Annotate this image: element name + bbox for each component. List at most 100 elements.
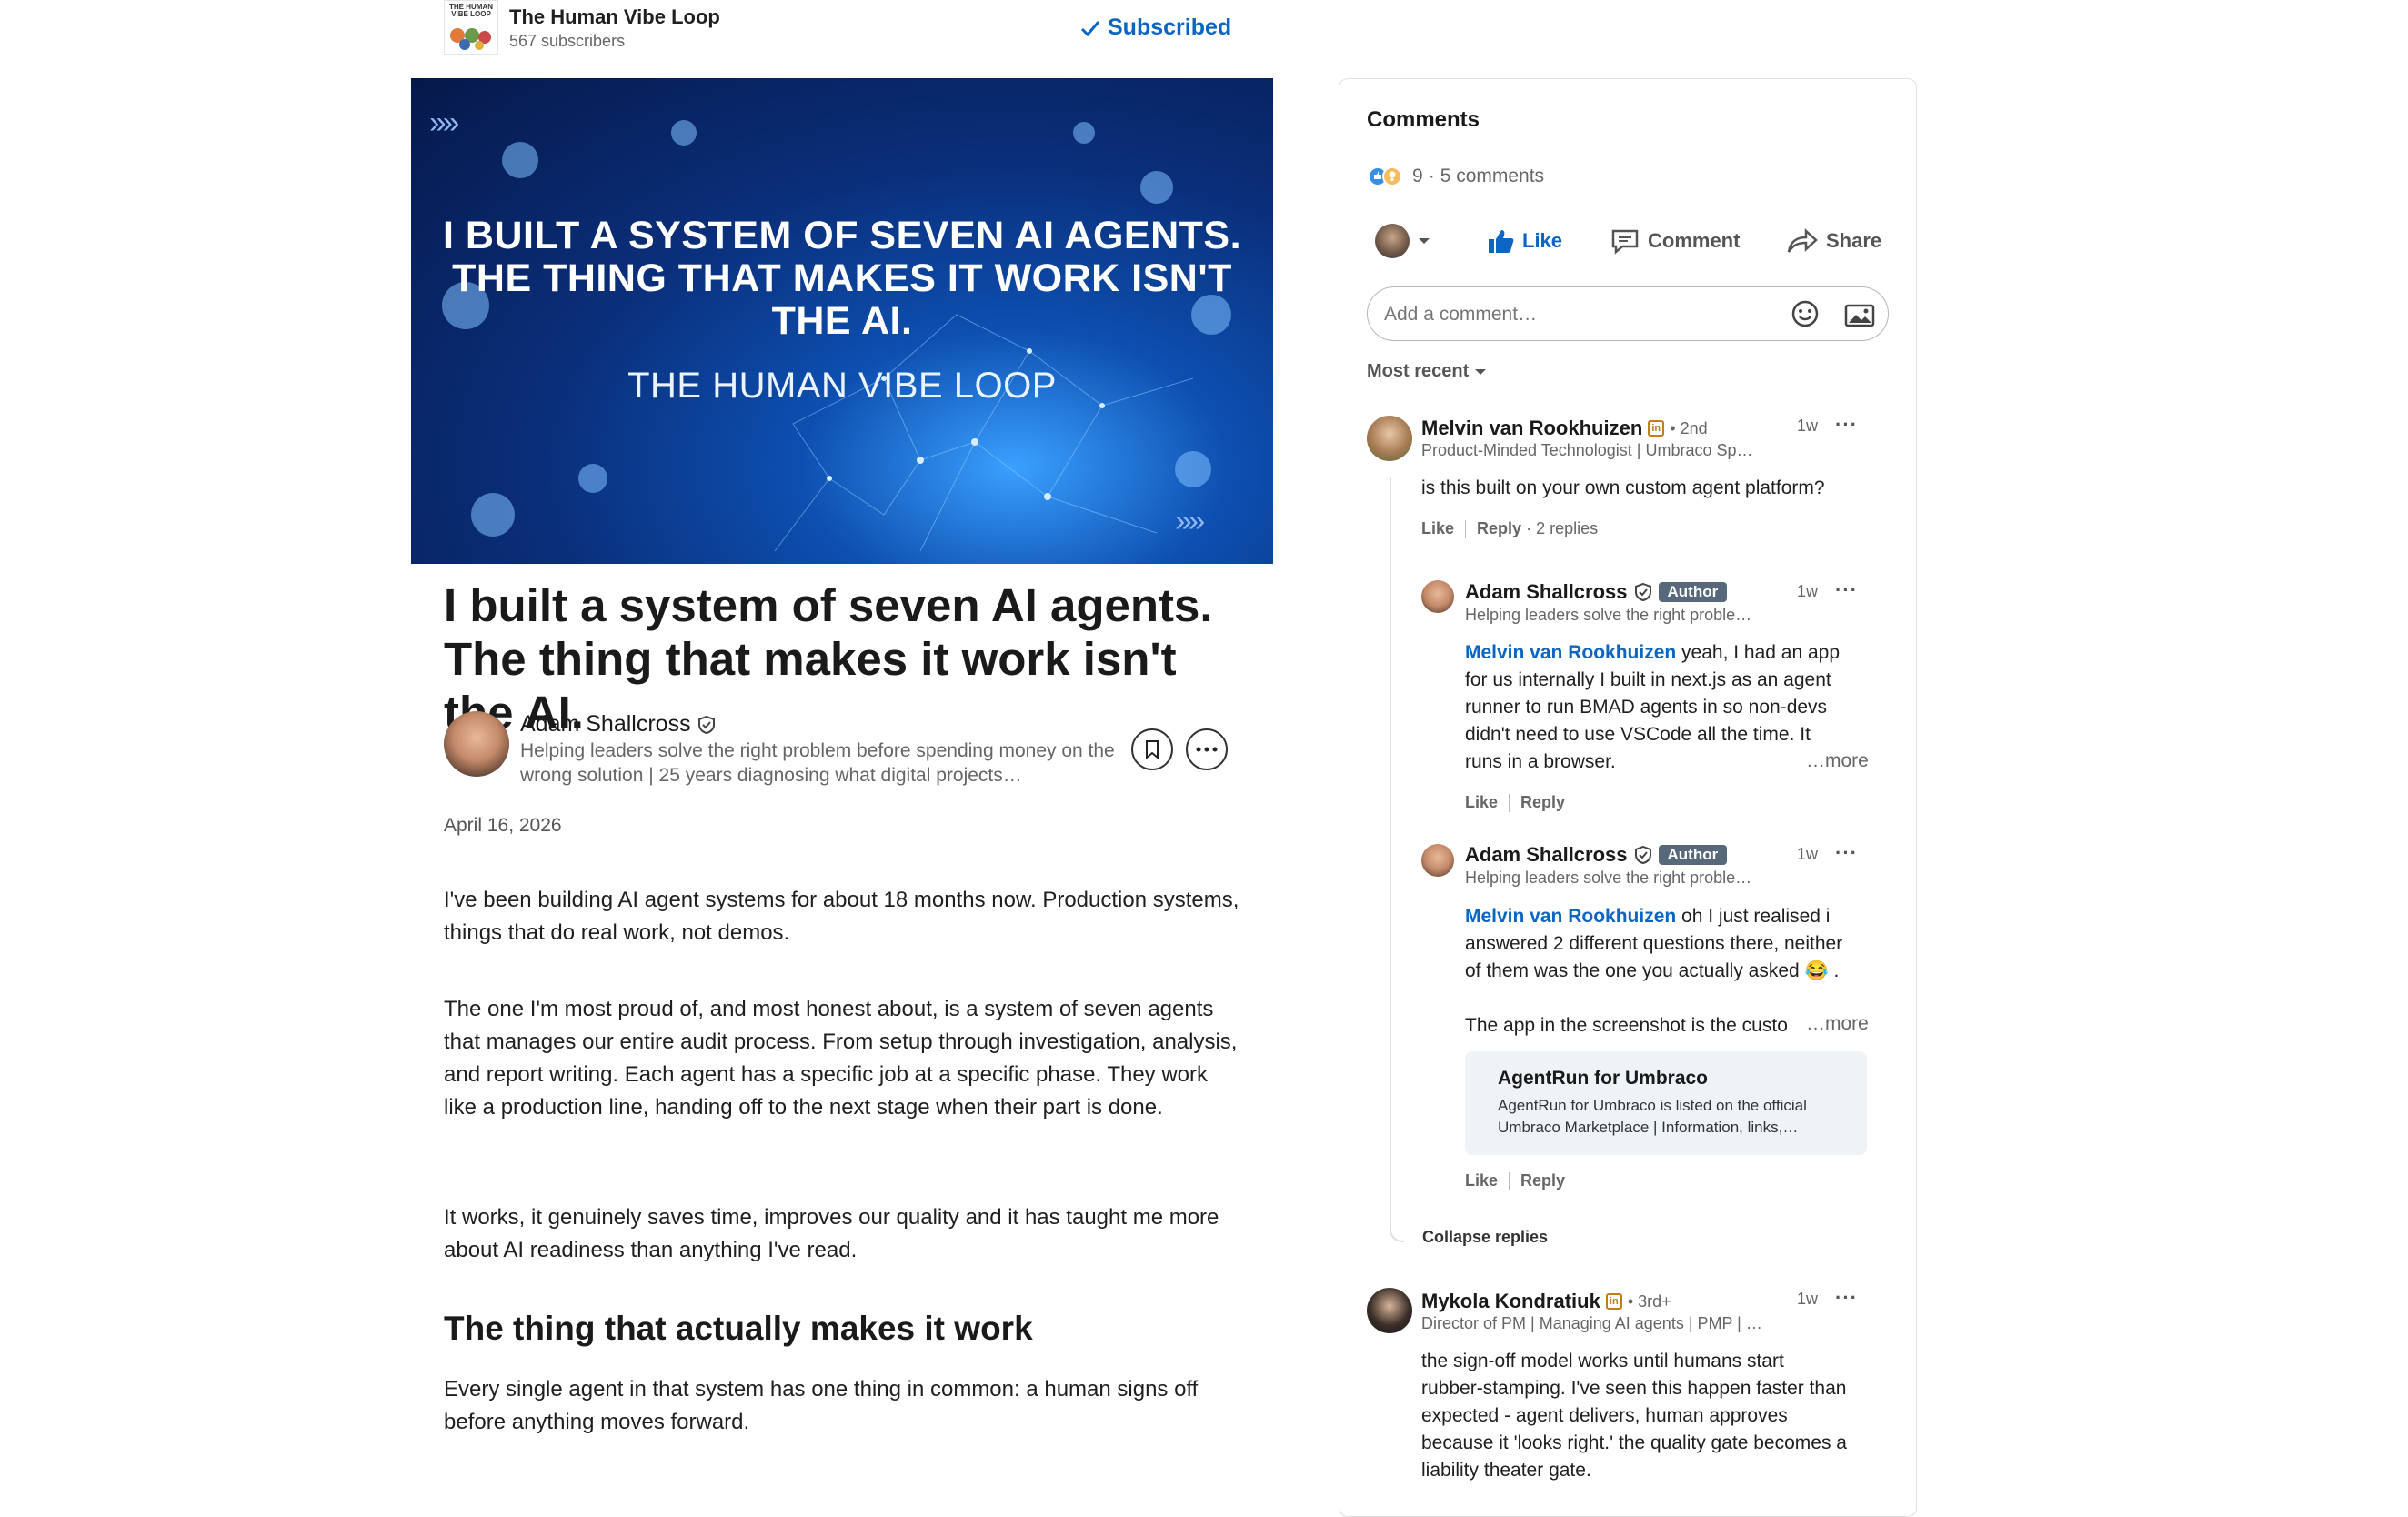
commenter-avatar[interactable] bbox=[1367, 416, 1412, 461]
reply-actions: Like Reply bbox=[1465, 1171, 1565, 1190]
reply-author-name[interactable]: Adam Shallcross Author bbox=[1465, 580, 1728, 604]
collapse-replies-button[interactable]: Collapse replies bbox=[1422, 1228, 1548, 1247]
comment-options-button[interactable]: ··· bbox=[1835, 413, 1858, 437]
more-options-button[interactable] bbox=[1186, 728, 1228, 770]
reply-options-button[interactable]: ··· bbox=[1835, 841, 1858, 865]
reply-text: Melvin van Rookhuizen yeah, I had an app… bbox=[1465, 639, 1865, 776]
reply-text-line-1: Melvin van Rookhuizen oh I just realised… bbox=[1465, 903, 1865, 930]
author-name[interactable]: Adam Shallcross bbox=[520, 711, 717, 738]
commenter-name[interactable]: Mykola Kondratiuk in • 3rd+ bbox=[1421, 1290, 1671, 1313]
comment-time: 1w bbox=[1797, 417, 1819, 435]
reply-author-name-text: Adam Shallcross bbox=[1465, 843, 1628, 866]
comment-reply-button[interactable]: Reply · 2 replies bbox=[1477, 519, 1598, 538]
newsletter-logo[interactable]: THE HUMAN VIBE LOOP bbox=[444, 0, 498, 55]
save-button[interactable] bbox=[1131, 728, 1173, 770]
mention-link[interactable]: Melvin van Rookhuizen bbox=[1465, 906, 1676, 927]
verified-icon bbox=[1634, 582, 1651, 602]
link-preview-description: AgentRun for Umbraco is listed on the of… bbox=[1498, 1095, 1807, 1139]
author-badge: Author bbox=[1658, 582, 1728, 602]
reply-text-line-1-rest: oh I just realised i bbox=[1676, 906, 1831, 927]
replies-count[interactable]: · 2 replies bbox=[1521, 519, 1598, 537]
emoji-icon[interactable] bbox=[1791, 299, 1820, 328]
reply-text-line-1: Melvin van Rookhuizen yeah, I had an app bbox=[1465, 639, 1865, 667]
commenter-name-text: Mykola Kondratiuk bbox=[1421, 1290, 1600, 1312]
hero-line-1: I BUILT A SYSTEM OF SEVEN AI AGENTS. bbox=[442, 214, 1242, 257]
reply-like-button[interactable]: Like bbox=[1465, 793, 1498, 812]
comment-reply-label: Reply bbox=[1477, 519, 1522, 537]
link-preview-description-line-2: Umbraco Marketplace | Information, links… bbox=[1498, 1119, 1799, 1136]
reply-avatar[interactable] bbox=[1421, 580, 1454, 613]
comment-text: is this built on your own custom agent p… bbox=[1421, 477, 1825, 498]
reply-text-line-3: of them was the one you actually asked 😂… bbox=[1465, 960, 1840, 981]
divider bbox=[1465, 519, 1467, 538]
image-icon[interactable] bbox=[1844, 302, 1875, 327]
reply-time: 1w bbox=[1797, 582, 1819, 600]
comment-actions: Like Reply · 2 replies bbox=[1421, 519, 1598, 538]
comment-like-button[interactable]: Like bbox=[1421, 519, 1454, 538]
newsletter-name[interactable]: The Human Vibe Loop bbox=[509, 5, 720, 29]
mention-link[interactable]: Melvin van Rookhuizen bbox=[1465, 642, 1676, 663]
add-comment-box[interactable] bbox=[1367, 286, 1889, 341]
reply-actions: Like Reply bbox=[1465, 793, 1565, 812]
subscribed-label: Subscribed bbox=[1108, 15, 1232, 40]
link-preview-card[interactable]: AgentRun for Umbraco AgentRun for Umbrac… bbox=[1465, 1051, 1867, 1155]
reply-reply-button[interactable]: Reply bbox=[1520, 1171, 1565, 1190]
sort-dropdown[interactable]: Most recent bbox=[1367, 361, 1487, 382]
reply-text-line-2: for us internally I built in next.js as … bbox=[1465, 669, 1831, 690]
reply-headline: Helping leaders solve the right proble… bbox=[1465, 869, 1752, 887]
commenter-headline: Product-Minded Technologist | Umbraco Sp… bbox=[1421, 441, 1753, 459]
author-name-text: Adam Shallcross bbox=[520, 711, 691, 737]
like-label: Like bbox=[1522, 229, 1563, 252]
hero-subtitle: THE HUMAN VIBE LOOP bbox=[627, 366, 1057, 406]
reply-avatar[interactable] bbox=[1421, 844, 1454, 877]
premium-icon: in bbox=[1648, 420, 1665, 437]
author-badge: Author bbox=[1658, 845, 1728, 865]
reply-like-button[interactable]: Like bbox=[1465, 1171, 1498, 1190]
reaction-count: 9 bbox=[1412, 166, 1423, 186]
verified-icon bbox=[697, 715, 715, 734]
sort-label: Most recent bbox=[1367, 361, 1470, 381]
connection-degree: • 2nd bbox=[1670, 418, 1708, 437]
hero-line-2: THE THING THAT MAKES IT WORK ISN'T bbox=[452, 256, 1232, 300]
reply-text-line-4: didn't need to use VSCode all the time. … bbox=[1465, 724, 1811, 745]
reply-text-line-2: answered 2 different questions there, ne… bbox=[1465, 933, 1843, 954]
author-avatar[interactable] bbox=[444, 711, 509, 777]
reaction-icons bbox=[1368, 166, 1402, 186]
comment-text-line-2: rubber-stamping. I've seen this happen f… bbox=[1421, 1378, 1847, 1399]
reply-reply-button[interactable]: Reply bbox=[1520, 793, 1565, 812]
comment-text-line-5: liability theater gate. bbox=[1421, 1460, 1591, 1481]
replies-count-text: 2 replies bbox=[1536, 519, 1599, 537]
reactions-summary[interactable]: 9 · 5 comments bbox=[1367, 166, 1544, 187]
current-user-avatar bbox=[1375, 224, 1410, 258]
commenter-avatar[interactable] bbox=[1367, 1288, 1412, 1333]
subscribed-button[interactable]: Subscribed bbox=[1080, 15, 1231, 41]
reply-text-line-5: runs in a browser. bbox=[1465, 751, 1616, 772]
reply-author-name[interactable]: Adam Shallcross Author bbox=[1465, 843, 1728, 867]
article-date: April 16, 2026 bbox=[444, 815, 562, 836]
comment-count[interactable]: 5 comments bbox=[1440, 166, 1544, 187]
comment-text-line-3: expected - agent delivers, human approve… bbox=[1421, 1405, 1788, 1426]
see-more-button[interactable]: …more bbox=[1806, 1013, 1869, 1035]
article-paragraph-1: I've been building AI agent systems for … bbox=[444, 888, 1239, 945]
like-button[interactable]: Like bbox=[1486, 227, 1562, 255]
comment-options-button[interactable]: ··· bbox=[1835, 1286, 1858, 1310]
share-label: Share bbox=[1826, 229, 1882, 252]
add-comment-input[interactable] bbox=[1382, 300, 1768, 329]
comment-label: Comment bbox=[1648, 229, 1741, 252]
check-icon bbox=[1080, 20, 1100, 36]
reply-text-line-3: runner to run BMAD agents in so non-devs bbox=[1465, 697, 1828, 718]
reply-headline: Helping leaders solve the right proble… bbox=[1465, 606, 1752, 624]
actor-switcher[interactable] bbox=[1375, 224, 1431, 258]
divider bbox=[1509, 793, 1510, 812]
share-button[interactable]: Share bbox=[1786, 227, 1881, 255]
reply-options-button[interactable]: ··· bbox=[1835, 578, 1858, 602]
hero-chevrons-top: ›››› bbox=[429, 105, 459, 140]
more-icon bbox=[1196, 747, 1218, 752]
commenter-name[interactable]: Melvin van Rookhuizen in • 2nd bbox=[1421, 417, 1708, 440]
comment-text: the sign-off model works until humans st… bbox=[1421, 1348, 1876, 1484]
bookmark-icon bbox=[1146, 740, 1159, 759]
see-more-button[interactable]: …more bbox=[1806, 750, 1869, 772]
comment-button[interactable]: Comment bbox=[1610, 227, 1740, 255]
reply-text-continued: The app in the screenshot is the custo bbox=[1465, 1015, 1788, 1036]
thread-line bbox=[1390, 477, 1404, 1242]
